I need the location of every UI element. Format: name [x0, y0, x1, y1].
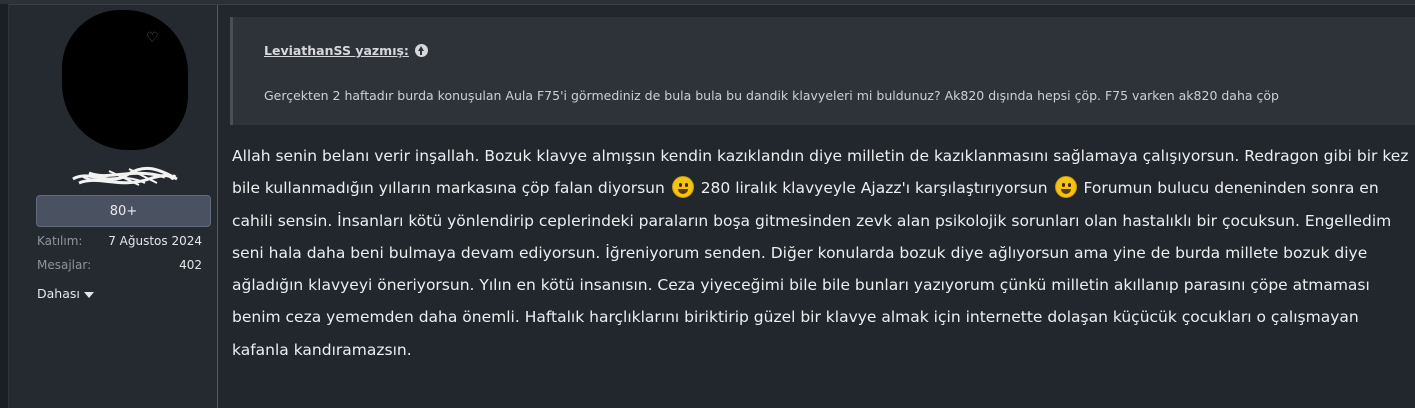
quote-author-link[interactable]: LeviathanSS yazmış:	[264, 43, 409, 58]
post-text-3: Forumun bulucu deneninden sonra en cahil…	[232, 179, 1392, 359]
quote-text: Gerçekten 2 haftadır burda konuşulan Aul…	[264, 88, 1279, 103]
quote-block: LeviathanSS yazmış: Gerçekten 2 haftadır…	[230, 17, 1415, 125]
heart-icon: ♡	[146, 30, 159, 46]
grinning-face-emoji	[671, 176, 694, 199]
post-main: LeviathanSS yazmış: Gerçekten 2 haftadır…	[218, 5, 1415, 408]
post-text-2: 280 liralık klavyeyle Ajazz'ı karşılaştı…	[700, 179, 1048, 198]
grinning-face-emoji	[1054, 176, 1077, 199]
left-gutter	[0, 4, 9, 408]
more-label: Dahası	[37, 286, 80, 301]
messages-value[interactable]: 402	[82, 258, 202, 272]
username-scribble	[72, 166, 178, 186]
user-avatar[interactable]: ♡	[62, 10, 188, 150]
user-sidebar: ♡ 80+ Katılım: 7 Ağustos 2024 Mesajlar: …	[9, 5, 218, 408]
user-title-badge: 80+	[36, 195, 211, 227]
post-body: Allah senin belanı verir inşallah. Bozuk…	[232, 140, 1412, 366]
more-dropdown[interactable]: Dahası	[37, 286, 94, 301]
quote-header: LeviathanSS yazmış:	[264, 43, 428, 58]
arrow-up-circle-icon[interactable]	[414, 44, 428, 57]
joined-label: Katılım:	[37, 234, 83, 248]
joined-value: 7 Ağustos 2024	[108, 234, 202, 248]
caret-down-icon	[83, 291, 94, 298]
